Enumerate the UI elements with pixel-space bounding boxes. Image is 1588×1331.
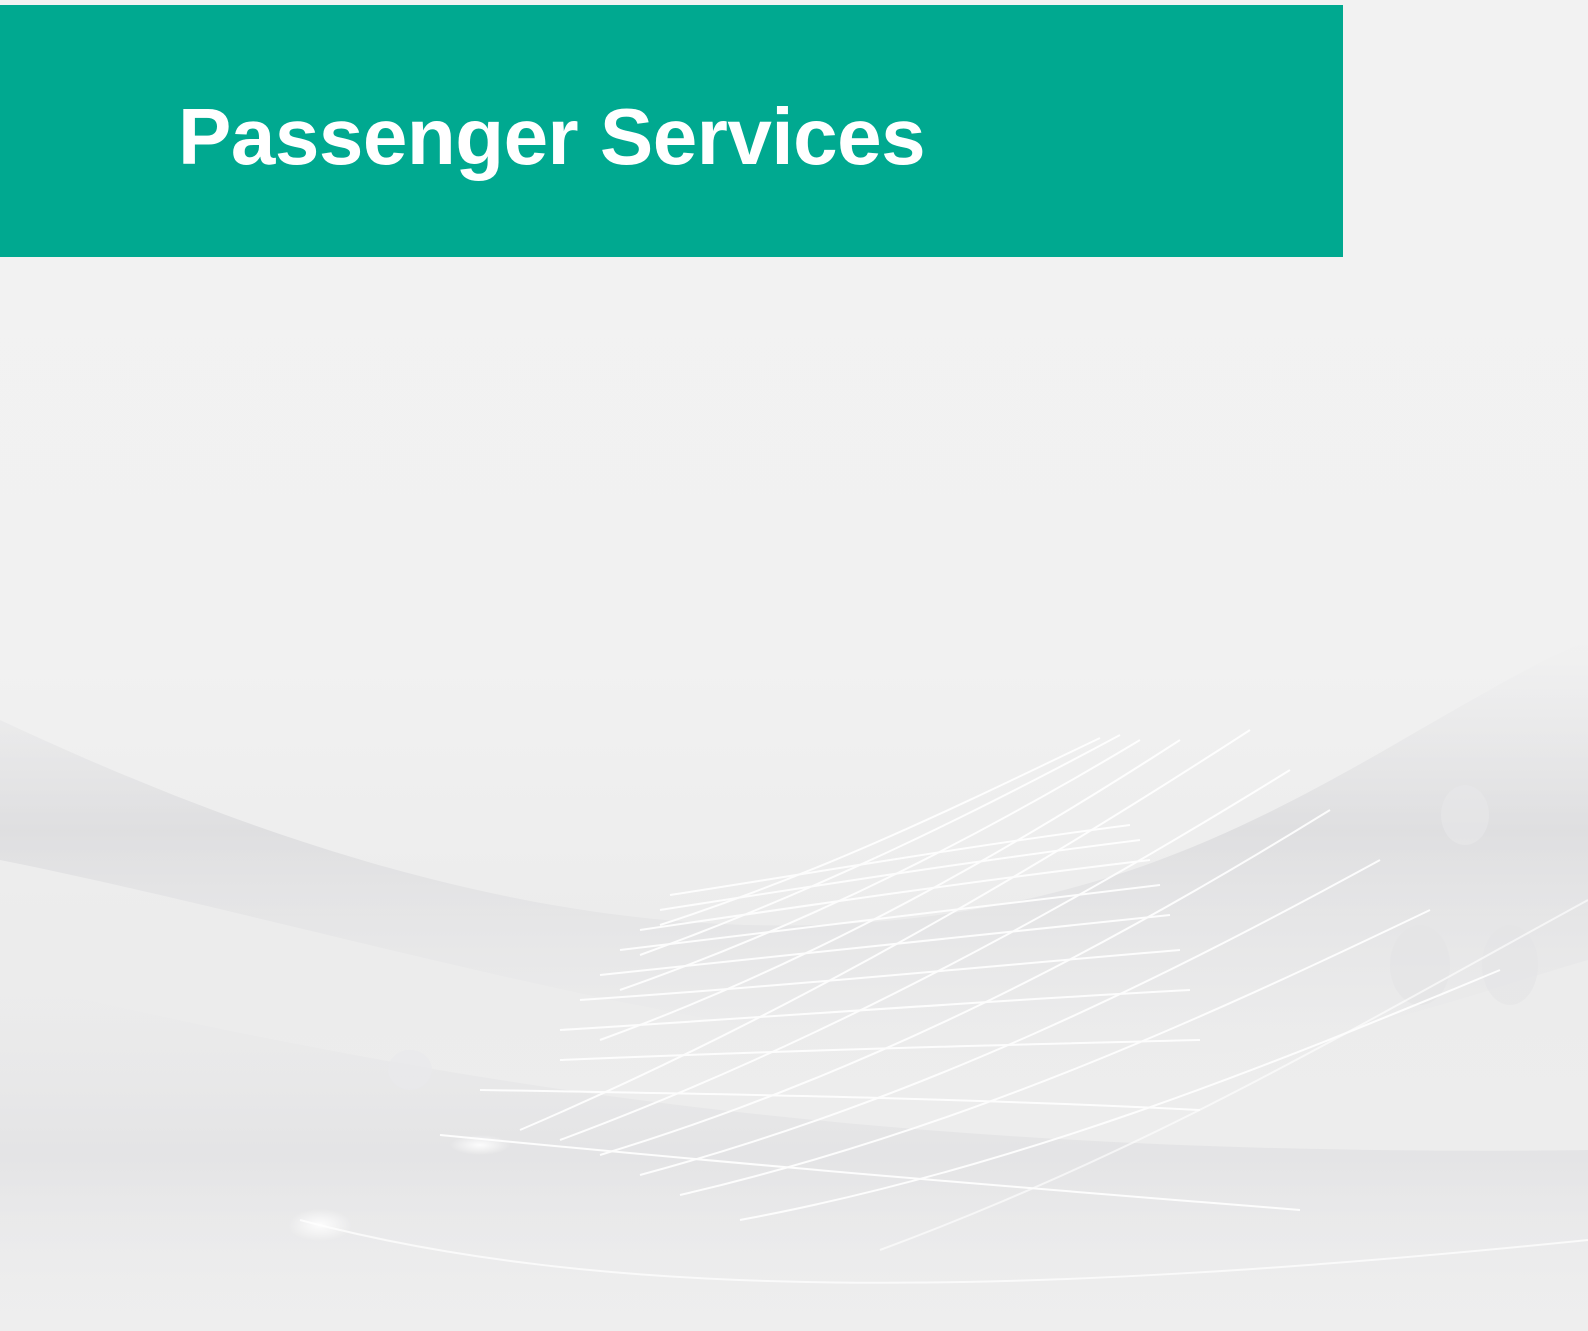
- title-banner: Passenger Services: [0, 5, 1343, 257]
- cover-page: Passenger Services: [0, 0, 1588, 1331]
- bokeh-spot: [1482, 925, 1538, 1005]
- page-title: Passenger Services: [178, 92, 926, 181]
- bokeh-spot: [388, 1050, 432, 1090]
- bokeh-spot: [1441, 785, 1489, 845]
